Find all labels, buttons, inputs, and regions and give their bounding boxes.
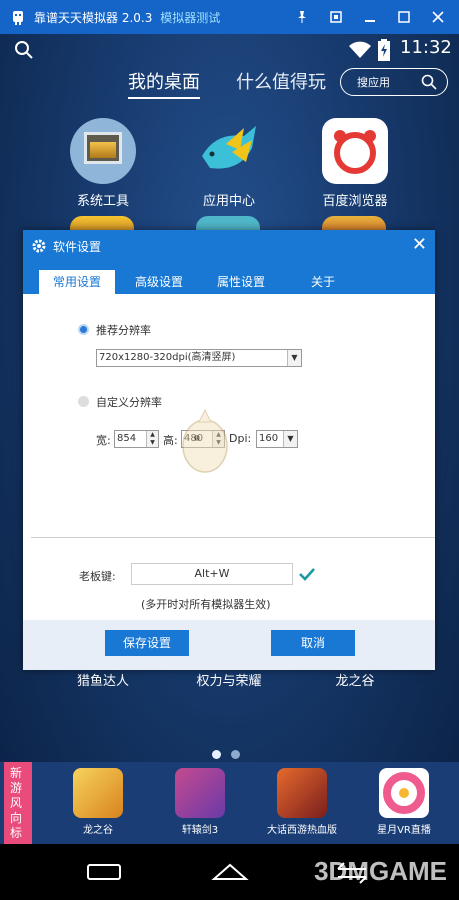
baidu-browser-icon <box>322 118 388 184</box>
gear-icon <box>32 239 46 253</box>
app-label: 应用中心 <box>202 194 255 209</box>
close-icon[interactable]: ✕ <box>412 234 427 255</box>
new-games-badge: 新游风向标 <box>4 762 32 844</box>
tab-my-desktop[interactable]: 我的桌面 <box>128 68 200 99</box>
dpi-select[interactable]: 160 ▼ <box>256 430 298 448</box>
tab-common-settings[interactable]: 常用设置 <box>39 270 115 294</box>
wifi-icon <box>349 41 371 58</box>
dialog-title: 软件设置 <box>53 240 102 254</box>
battery-charging-icon <box>378 39 390 61</box>
dialog-body: 推荐分辨率 720x1280-320dpi(高清竖屏) ▼ 自定义分辨率 宽: … <box>23 294 435 620</box>
boss-key-input[interactable]: Alt+W <box>131 563 293 585</box>
search-icon[interactable] <box>14 40 34 60</box>
app-search-input[interactable] <box>357 75 427 89</box>
home-icon[interactable] <box>210 859 250 885</box>
maximize-icon[interactable] <box>387 0 421 34</box>
xuanyuan-sword-game-icon <box>175 768 225 818</box>
app-label: 系统工具 <box>76 194 129 209</box>
app-label[interactable]: 猎鱼达人 <box>48 670 158 689</box>
app-logo-icon <box>13 11 23 25</box>
dragon-nest-game-icon <box>73 768 123 818</box>
tab-property-settings[interactable]: 属性设置 <box>203 270 279 294</box>
recommended-resolution-radio[interactable] <box>78 324 89 335</box>
width-label: 宽: <box>96 434 111 447</box>
app-baidu-browser[interactable]: 百度浏览器 <box>300 118 410 209</box>
custom-resolution-label: 自定义分辨率 <box>96 396 162 409</box>
settings-dialog: 软件设置 ✕ 常用设置 高级设置 属性设置 关于 推荐分辨率 720x1280-… <box>23 230 435 670</box>
app-search-box[interactable] <box>340 68 448 96</box>
dpi-value: 160 <box>259 433 279 444</box>
app-center-icon <box>196 118 262 184</box>
save-settings-button[interactable]: 保存设置 <box>105 630 189 656</box>
game-label: 轩辕剑3 <box>181 825 219 836</box>
tab-whats-fun[interactable]: 什么值得玩 <box>236 68 326 94</box>
dialog-footer: 保存设置 取消 <box>23 620 435 670</box>
check-icon <box>299 568 315 581</box>
status-bar: 11:32 <box>0 34 459 64</box>
window-mode-text: 模拟器测试 <box>160 10 221 25</box>
game-label: 大话西游热血版 <box>267 825 337 836</box>
westward-journey-game-icon <box>277 768 327 818</box>
recommended-resolution-label: 推荐分辨率 <box>96 324 151 337</box>
pin-icon[interactable] <box>285 0 319 34</box>
resolution-select-value: 720x1280-320dpi(高清竖屏) <box>99 352 236 363</box>
game-label: 龙之谷 <box>83 825 113 836</box>
android-nav-bar: 3DMGAME <box>0 844 459 900</box>
back-icon[interactable] <box>82 859 126 885</box>
minimize-icon[interactable] <box>353 0 387 34</box>
restore-icon[interactable] <box>319 0 353 34</box>
chevron-down-icon[interactable]: ▼ <box>287 350 301 366</box>
game-item[interactable]: 大话西游热血版 <box>256 768 348 836</box>
close-window-icon[interactable] <box>421 0 455 34</box>
window-title: 靠谱天天模拟器 2.0.3 模拟器测试 <box>34 9 220 26</box>
clock-time: 11:32 <box>400 37 452 58</box>
chevron-down-icon[interactable]: ▼ <box>283 431 297 447</box>
page-dot-active[interactable] <box>212 750 221 759</box>
app-app-center[interactable]: 应用中心 <box>174 118 284 209</box>
dialog-tabs: 常用设置 高级设置 属性设置 关于 <box>39 270 367 294</box>
dialog-header: 软件设置 ✕ 常用设置 高级设置 属性设置 关于 <box>23 230 435 294</box>
game-label: 星月VR直播 <box>377 825 431 836</box>
page-dot[interactable] <box>231 750 240 759</box>
stepper-arrows-icon[interactable]: ▲▼ <box>146 431 158 447</box>
tab-advanced-settings[interactable]: 高级设置 <box>121 270 197 294</box>
app-label: 百度浏览器 <box>322 194 388 209</box>
boss-key-label: 老板键: <box>79 570 116 583</box>
height-label: 高: <box>163 434 178 447</box>
new-games-strip: 新游风向标 龙之谷 轩辕剑3 大话西游热血版 星月VR直播 <box>0 762 459 844</box>
page-indicator <box>212 744 250 763</box>
app-label[interactable]: 龙之谷 <box>300 670 410 689</box>
app-system-tools[interactable]: 系统工具 <box>48 118 158 209</box>
tab-about[interactable]: 关于 <box>285 270 361 294</box>
search-icon[interactable] <box>421 74 437 90</box>
system-tools-icon <box>70 118 136 184</box>
width-stepper[interactable]: 854 ▲ ▼ <box>114 430 159 448</box>
resolution-select[interactable]: 720x1280-320dpi(高清竖屏) ▼ <box>96 349 302 367</box>
game-item[interactable]: 轩辕剑3 <box>154 768 246 836</box>
mascot-bird-icon <box>182 408 228 473</box>
game-item[interactable]: 龙之谷 <box>52 768 144 836</box>
width-value: 854 <box>117 433 137 444</box>
star-vr-live-icon <box>379 768 429 818</box>
app-label[interactable]: 权力与荣耀 <box>174 670 284 689</box>
custom-resolution-radio[interactable] <box>78 396 89 407</box>
boss-key-note: (多开时对所有模拟器生效) <box>141 598 271 611</box>
game-item[interactable]: 星月VR直播 <box>358 768 450 836</box>
window-title-text: 靠谱天天模拟器 2.0.3 <box>34 10 153 25</box>
watermark-text: 3DMGAME <box>314 856 447 886</box>
cancel-button[interactable]: 取消 <box>271 630 355 656</box>
window-titlebar: 靠谱天天模拟器 2.0.3 模拟器测试 <box>0 0 459 34</box>
section-divider <box>31 537 435 538</box>
dpi-label: Dpi: <box>229 432 252 445</box>
